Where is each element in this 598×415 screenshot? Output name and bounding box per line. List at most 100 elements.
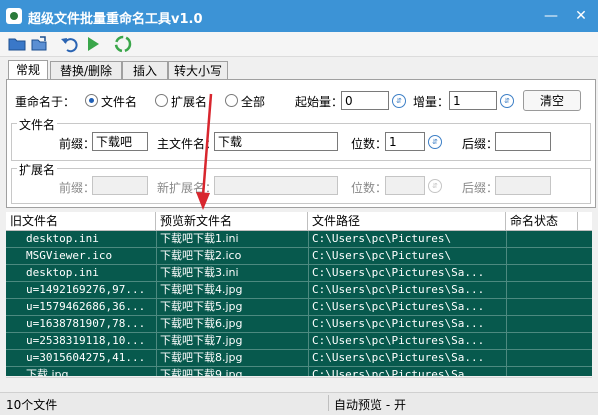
table-row[interactable]: MSGViewer.ico 下载吧下载2.ico C:\Users\pc\Pic… — [6, 248, 592, 264]
status-cell — [506, 333, 578, 349]
path-cell: C:\Users\pc\Pictures\ — [312, 232, 452, 245]
tab-insert[interactable]: 插入 — [122, 61, 168, 80]
clear-button[interactable]: 清空 — [523, 90, 581, 111]
table-row[interactable]: desktop.ini 下载吧下载3.ini C:\Users\pc\Pictu… — [6, 265, 592, 281]
file-grid: desktop.ini 下载吧下载1.ini C:\Users\pc\Pictu… — [6, 231, 592, 376]
start-value-spinner[interactable]: ⇵ — [392, 91, 406, 110]
old-name-cell: u=1492169276,97... — [26, 283, 146, 296]
old-name-cell: u=1638781907,78... — [26, 317, 146, 330]
ext-suffix-input[interactable] — [495, 176, 551, 195]
column-header-path[interactable]: 文件路径 — [308, 212, 506, 230]
play-icon[interactable] — [84, 35, 102, 53]
table-row[interactable]: 下载.jpg 下载吧下载9.jpg C:\Users\pc\Pictures\S… — [6, 367, 592, 376]
recycle-icon[interactable] — [114, 35, 132, 53]
status-divider — [328, 395, 329, 411]
horizontal-scrollbar[interactable] — [6, 377, 592, 392]
filename-suffix-label: 后缀： — [462, 137, 499, 151]
old-name-cell: desktop.ini — [26, 232, 99, 245]
open-file-icon[interactable] — [30, 35, 48, 53]
new-name-cell: 下载吧下载5.jpg — [160, 300, 243, 313]
rename-target-label: 重命名于： — [15, 95, 76, 109]
table-row[interactable]: u=1638781907,78... 下载吧下载6.jpg C:\Users\p… — [6, 316, 592, 332]
filename-prefix-label: 前缀： — [59, 137, 96, 151]
old-name-cell: MSGViewer.ico — [26, 249, 113, 262]
filename-digits-input[interactable]: 1 — [385, 132, 425, 151]
main-filename-input[interactable]: 下载 — [214, 132, 338, 151]
increment-input[interactable]: 1 — [449, 91, 497, 110]
old-name-cell: u=3015604275,41... — [26, 351, 146, 364]
path-cell: C:\Users\pc\Pictures\Sa... — [312, 300, 485, 313]
table-row[interactable]: u=2538319118,10... 下载吧下载7.jpg C:\Users\p… — [6, 333, 592, 349]
column-header-old-name[interactable]: 旧文件名 — [6, 212, 156, 230]
ext-prefix-label: 前缀： — [59, 181, 96, 195]
new-name-cell: 下载吧下载8.jpg — [160, 351, 243, 364]
path-cell: C:\Users\pc\Pictures\Sa... — [312, 351, 485, 364]
ext-prefix-input[interactable] — [92, 176, 148, 195]
new-name-cell: 下载吧下载7.jpg — [160, 334, 243, 347]
tab-general[interactable]: 常规 — [8, 60, 48, 80]
ext-digits-spinner[interactable]: ⇵ — [428, 176, 442, 195]
status-cell — [506, 299, 578, 315]
path-cell: C:\Users\pc\Pictures\Sa... — [312, 266, 485, 279]
path-cell: C:\Users\pc\Pictures\Sa... — [312, 334, 485, 347]
table-row[interactable]: u=1579462686,36... 下载吧下载5.jpg C:\Users\p… — [6, 299, 592, 315]
new-name-cell: 下载吧下载3.ini — [160, 266, 239, 279]
status-cell — [506, 367, 578, 376]
new-name-cell: 下载吧下载9.jpg — [160, 368, 243, 376]
path-cell: C:\Users\pc\Pictures\ — [312, 249, 452, 262]
minimize-icon[interactable]: — — [536, 0, 566, 32]
filename-group-title: 文件名 — [17, 116, 58, 133]
path-cell: C:\Users\pc\Pictures\Sa... — [312, 368, 485, 376]
new-extension-input[interactable] — [214, 176, 338, 195]
filename-digits-spinner[interactable]: ⇵ — [428, 132, 442, 151]
status-cell — [506, 231, 578, 247]
table-row[interactable]: desktop.ini 下载吧下载1.ini C:\Users\pc\Pictu… — [6, 231, 592, 247]
ext-suffix-label: 后缀： — [462, 181, 499, 195]
path-cell: C:\Users\pc\Pictures\Sa... — [312, 283, 485, 296]
radio-filename-label: 文件名 — [101, 95, 138, 109]
open-folder-icon[interactable] — [8, 35, 26, 53]
ext-digits-label: 位数： — [351, 181, 388, 195]
start-value-label: 起始量： — [295, 95, 344, 109]
column-header-preview-name[interactable]: 预览新文件名 — [156, 212, 308, 230]
filename-prefix-input[interactable]: 下载吧 — [92, 132, 148, 151]
radio-all[interactable] — [225, 94, 238, 107]
arrow-annotation-icon — [196, 93, 213, 210]
grid-header: 旧文件名 预览新文件名 文件路径 命名状态 — [6, 212, 592, 231]
status-cell — [506, 282, 578, 298]
old-name-cell: 下载.jpg — [26, 368, 69, 376]
old-name-cell: u=1579462686,36... — [26, 300, 146, 313]
undo-icon[interactable] — [60, 35, 78, 53]
status-cell — [506, 265, 578, 281]
tab-replace-delete[interactable]: 替换/删除 — [50, 61, 122, 80]
app-icon — [6, 8, 22, 24]
ext-digits-input[interactable] — [385, 176, 425, 195]
path-cell: C:\Users\pc\Pictures\Sa... — [312, 317, 485, 330]
extension-group-title: 扩展名 — [17, 161, 58, 178]
new-name-cell: 下载吧下载1.ini — [160, 232, 239, 245]
close-icon[interactable]: ✕ — [566, 0, 596, 32]
preview-status: 自动预览 - 开 — [334, 398, 406, 412]
filename-suffix-input[interactable] — [495, 132, 551, 151]
status-bar — [0, 392, 598, 415]
window-title: 超级文件批量重命名工具v1.0 — [28, 12, 203, 27]
start-value-input[interactable]: 0 — [341, 91, 389, 110]
status-cell — [506, 316, 578, 332]
old-name-cell: desktop.ini — [26, 266, 99, 279]
tab-case[interactable]: 转大小写 — [168, 61, 228, 80]
new-name-cell: 下载吧下载6.jpg — [160, 317, 243, 330]
filename-digits-label: 位数： — [351, 137, 388, 151]
new-name-cell: 下载吧下载2.ico — [160, 249, 242, 262]
radio-extension[interactable] — [155, 94, 168, 107]
table-row[interactable]: u=3015604275,41... 下载吧下载8.jpg C:\Users\p… — [6, 350, 592, 366]
radio-filename[interactable] — [85, 94, 98, 107]
increment-label: 增量： — [413, 95, 450, 109]
general-panel: 重命名于： 文件名 扩展名 全部 起始量： 0 ⇵ 增量： 1 ⇵ 清空 文件名… — [6, 79, 596, 208]
status-cell — [506, 248, 578, 264]
file-count-status: 10个文件 — [6, 398, 58, 412]
column-header-status[interactable]: 命名状态 — [506, 212, 578, 230]
table-row[interactable]: u=1492169276,97... 下载吧下载4.jpg C:\Users\p… — [6, 282, 592, 298]
status-cell — [506, 350, 578, 366]
increment-spinner[interactable]: ⇵ — [500, 91, 514, 110]
new-name-cell: 下载吧下载4.jpg — [160, 283, 243, 296]
